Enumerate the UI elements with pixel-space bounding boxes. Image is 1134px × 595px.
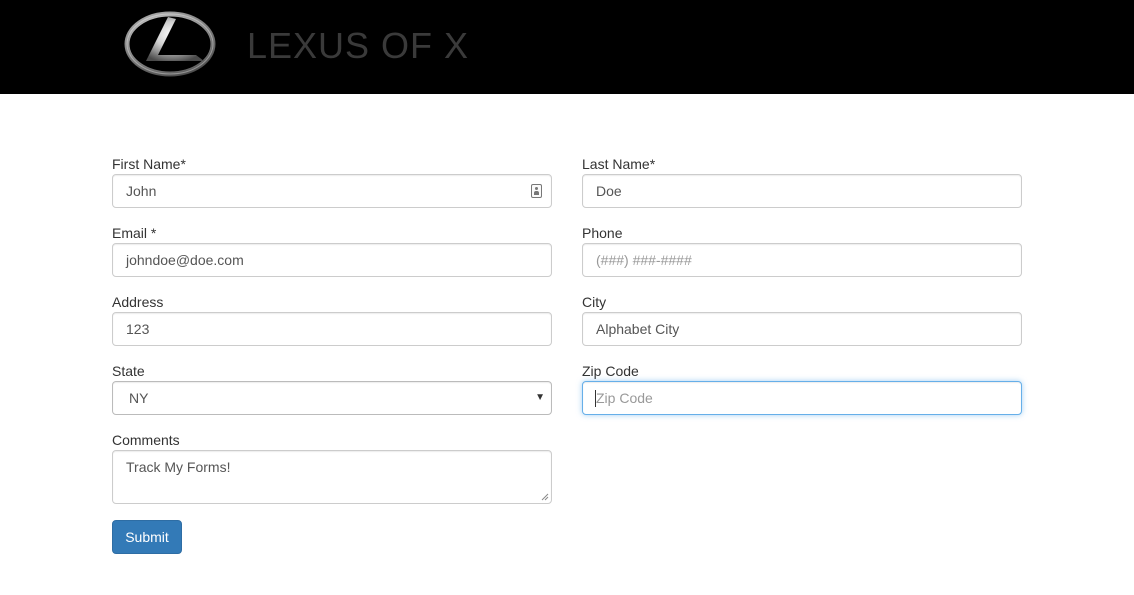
phone-placeholder: (###) ###-#### (596, 252, 692, 268)
comments-label: Comments (112, 432, 180, 448)
lexus-logo-icon (124, 11, 216, 77)
email-value: johndoe@doe.com (126, 252, 244, 268)
comments-textarea[interactable]: Track My Forms! (112, 450, 552, 504)
phone-input[interactable]: (###) ###-#### (582, 243, 1022, 277)
last-name-value: Doe (596, 183, 622, 199)
first-name-input[interactable]: John (112, 174, 552, 208)
address-value: 123 (126, 321, 150, 337)
zip-code-placeholder: Zip Code (596, 390, 653, 406)
first-name-value: John (126, 183, 157, 199)
comments-value: Track My Forms! (126, 459, 231, 475)
city-input[interactable]: Alphabet City (582, 312, 1022, 346)
zip-code-label: Zip Code (582, 363, 639, 379)
resize-grip-icon[interactable] (541, 493, 549, 501)
email-input[interactable]: johndoe@doe.com (112, 243, 552, 277)
phone-label: Phone (582, 225, 623, 241)
state-select[interactable]: NY ▼ (112, 381, 552, 415)
city-label: City (582, 294, 607, 310)
chevron-down-icon[interactable]: ▼ (535, 392, 545, 404)
brand-title: LEXUS OF X (247, 25, 470, 66)
last-name-input[interactable]: Doe (582, 174, 1022, 208)
last-name-label: Last Name* (582, 156, 656, 172)
address-label: Address (112, 294, 164, 310)
contact-card-icon[interactable] (531, 184, 542, 198)
city-value: Alphabet City (596, 321, 680, 337)
state-selected-value: NY (129, 390, 149, 406)
submit-button[interactable]: Submit (112, 520, 182, 554)
site-header: LEXUS OF X (0, 0, 1134, 94)
first-name-label: First Name* (112, 156, 186, 172)
address-input[interactable]: 123 (112, 312, 552, 346)
zip-code-input[interactable]: Zip Code (582, 381, 1022, 415)
email-label: Email * (112, 225, 157, 241)
state-label: State (112, 363, 145, 379)
